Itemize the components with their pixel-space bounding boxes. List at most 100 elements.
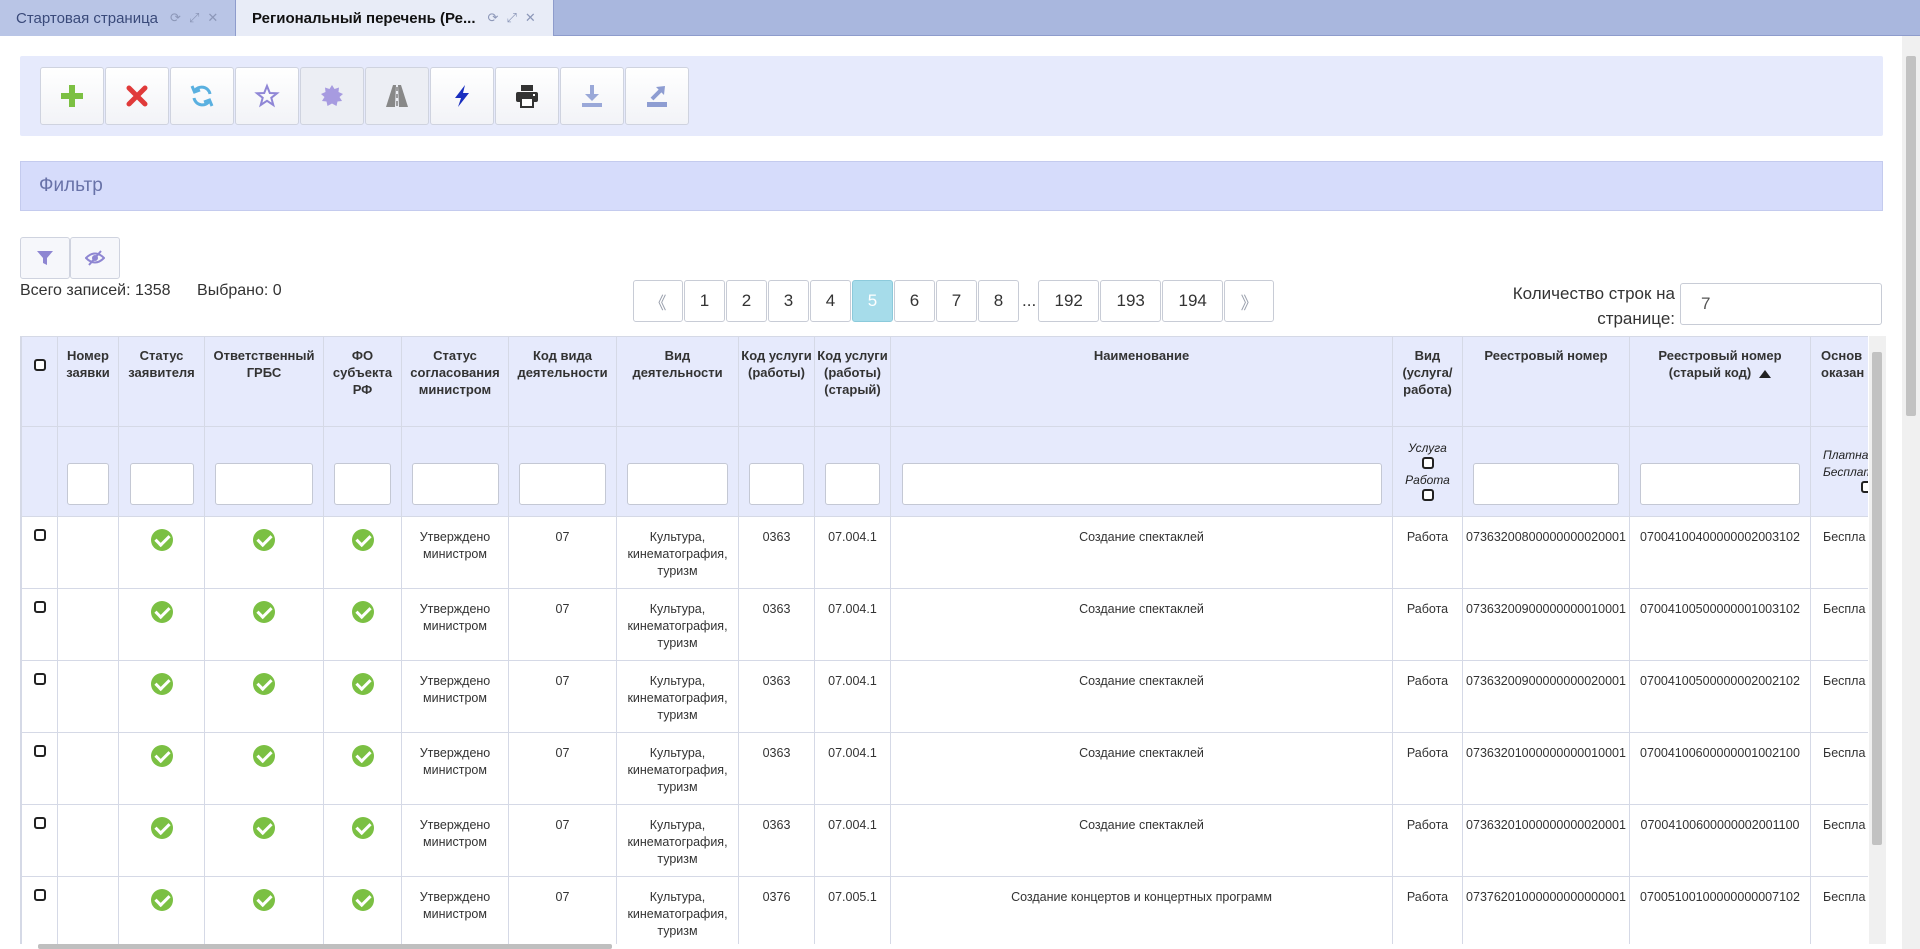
column-header[interactable]: Ответственный ГРБС — [204, 336, 324, 427]
column-header[interactable]: Вид (услуга/ работа) — [1392, 336, 1463, 427]
expand-icon[interactable]: ⤢ — [506, 10, 516, 26]
table-row[interactable]: Утверждено министром 07 Культура, кинема… — [21, 660, 1868, 733]
cell-kind: Работа — [1392, 804, 1463, 877]
export-button[interactable] — [625, 67, 689, 125]
table-row[interactable]: Утверждено министром 07 Культура, кинема… — [21, 876, 1868, 944]
row-checkbox[interactable] — [33, 601, 46, 613]
filter-input[interactable] — [825, 463, 880, 505]
filter-cell — [1462, 426, 1630, 517]
check-circle-icon — [150, 889, 173, 911]
page-8[interactable]: 8 — [978, 280, 1019, 322]
column-header[interactable]: Наименование — [890, 336, 1393, 427]
pagination-ellipsis: ... — [1022, 291, 1037, 310]
filter-input[interactable] — [215, 463, 313, 505]
hide-filter-button[interactable] — [70, 237, 120, 279]
column-header[interactable]: Статус заявителя — [118, 336, 205, 427]
rows-per-page-input[interactable] — [1680, 283, 1882, 325]
page-1[interactable]: 1 — [684, 280, 725, 322]
column-header[interactable]: Код услуги (работы) — [738, 336, 815, 427]
page-5-current[interactable]: 5 — [852, 280, 893, 322]
filter-input[interactable] — [519, 463, 606, 505]
delete-button[interactable] — [105, 67, 169, 125]
row-checkbox[interactable] — [33, 745, 46, 757]
filter-cell — [204, 426, 324, 517]
refresh-icon[interactable]: ⟳ — [488, 10, 499, 26]
refresh-icon — [190, 85, 214, 107]
table-row[interactable]: Утверждено министром 07 Культура, кинема… — [21, 804, 1868, 877]
favorite-button[interactable] — [235, 67, 299, 125]
refresh-button[interactable] — [170, 67, 234, 125]
cell-reg-number: 07363200800000000020001 — [1462, 516, 1630, 589]
column-header[interactable]: Номер заявки — [57, 336, 119, 427]
filter-cell — [57, 426, 119, 517]
refresh-icon[interactable]: ⟳ — [170, 10, 181, 26]
page-3[interactable]: 3 — [768, 280, 809, 322]
funnel-icon — [37, 251, 53, 265]
cell-status: Утверждено министром — [401, 732, 509, 805]
page-192[interactable]: 192 — [1038, 280, 1100, 322]
cell-service-code: 0363 — [738, 804, 815, 877]
filter-input[interactable] — [129, 463, 194, 505]
page-193[interactable]: 193 — [1100, 280, 1162, 322]
filter-input[interactable] — [1473, 463, 1619, 505]
filter-input[interactable] — [334, 463, 391, 505]
filter-input[interactable] — [627, 463, 728, 505]
cell-basis: Беспла — [1810, 660, 1868, 733]
apply-filter-button[interactable] — [20, 237, 70, 279]
select-all-checkbox[interactable] — [33, 359, 46, 371]
table-row[interactable]: Утверждено министром 07 Культура, кинема… — [21, 732, 1868, 805]
filter-kind-service-checkbox[interactable] — [1421, 456, 1434, 469]
grid-horizontal-scroll-thumb[interactable] — [38, 944, 612, 949]
filter-input[interactable] — [901, 463, 1382, 505]
row-checkbox[interactable] — [33, 529, 46, 541]
download-button[interactable] — [560, 67, 624, 125]
filter-input[interactable] — [67, 463, 109, 505]
filter-input[interactable] — [411, 463, 499, 505]
column-header[interactable]: Статус согласования министром — [401, 336, 509, 427]
cell-activity: Культура, кинематография, туризм — [616, 516, 739, 589]
page-2[interactable]: 2 — [726, 280, 767, 322]
column-header[interactable]: Код вида деятельности — [508, 336, 617, 427]
grid-vertical-scroll-thumb[interactable] — [1872, 352, 1882, 845]
row-checkbox[interactable] — [33, 673, 46, 685]
seal-button[interactable] — [300, 67, 364, 125]
lightning-icon — [455, 85, 469, 107]
add-button[interactable] — [40, 67, 104, 125]
cell-activity-code: 07 — [508, 804, 617, 877]
row-checkbox-cell — [21, 516, 58, 589]
lightning-button[interactable] — [430, 67, 494, 125]
check-circle-icon — [150, 745, 173, 767]
tab-start-page[interactable]: Стартовая страница ⟳ ⤢ ✕ — [0, 0, 236, 36]
column-header-sorted[interactable]: Реестровый номер (старый код) — [1629, 336, 1811, 427]
filter-panel-header[interactable]: Фильтр — [20, 161, 1883, 211]
column-header[interactable]: Вид деятельности — [616, 336, 739, 427]
page-6[interactable]: 6 — [894, 280, 935, 322]
close-icon[interactable]: ✕ — [525, 10, 536, 26]
page-vertical-scroll-thumb[interactable] — [1906, 56, 1916, 416]
page-7[interactable]: 7 — [936, 280, 977, 322]
row-checkbox[interactable] — [33, 817, 46, 829]
filter-basis-checkbox[interactable] — [1861, 481, 1868, 493]
column-header[interactable]: Основ оказан — [1810, 336, 1868, 427]
column-header[interactable]: Реестровый номер — [1462, 336, 1630, 427]
column-header[interactable]: ФО субъекта РФ — [323, 336, 402, 427]
expand-icon[interactable]: ⤢ — [189, 10, 199, 26]
filter-input[interactable] — [1640, 463, 1800, 505]
prev-page-button[interactable]: 《 — [633, 280, 683, 322]
cell-name: Создание концертов и концертных программ — [890, 876, 1393, 944]
column-header[interactable]: Код услуги (работы) (старый) — [814, 336, 891, 427]
cell-name: Создание спектаклей — [890, 660, 1393, 733]
print-button[interactable] — [495, 67, 559, 125]
close-icon[interactable]: ✕ — [207, 10, 218, 26]
page-194[interactable]: 194 — [1162, 280, 1224, 322]
next-page-button[interactable]: 》 — [1224, 280, 1275, 322]
filter-kind-work-checkbox[interactable] — [1421, 488, 1434, 501]
row-checkbox[interactable] — [33, 889, 46, 901]
tab-regional-list[interactable]: Региональный перечень (Ре... ⟳ ⤢ ✕ — [236, 0, 554, 36]
filter-input[interactable] — [749, 463, 804, 505]
check-circle-icon — [351, 817, 374, 839]
page-4[interactable]: 4 — [810, 280, 851, 322]
table-row[interactable]: Утверждено министром 07 Культура, кинема… — [21, 588, 1868, 661]
table-row[interactable]: Утверждено министром 07 Культура, кинема… — [21, 516, 1868, 589]
road-button[interactable] — [365, 67, 429, 125]
